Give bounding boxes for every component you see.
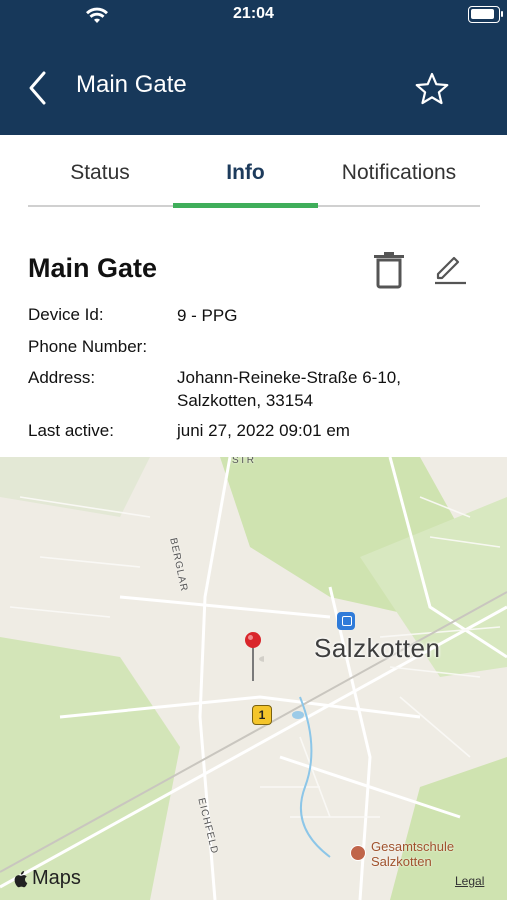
poi-line: Gesamtschule xyxy=(371,839,455,854)
active-tab-indicator xyxy=(173,203,318,208)
tab-info[interactable]: Info xyxy=(173,135,318,210)
app-header: 21:04 Main Gate xyxy=(0,0,507,135)
poi-label: Gesamtschule Salzkotten xyxy=(371,839,454,869)
back-button[interactable] xyxy=(24,68,54,108)
road-label: STR xyxy=(232,457,255,466)
edit-icon xyxy=(435,256,466,285)
address-value: Johann-Reineke-Straße 6-10, Salzkotten, … xyxy=(177,366,401,412)
status-time: 21:04 xyxy=(233,5,274,22)
phone-number-label: Phone Number: xyxy=(28,337,148,356)
maps-attribution: Maps xyxy=(14,867,81,890)
last-active-value: juni 27, 2022 09:01 em xyxy=(177,421,350,440)
poi-line: Salzkotten xyxy=(371,854,432,869)
address-line: Johann-Reineke-Straße 6-10, xyxy=(177,368,401,387)
device-name: Main Gate xyxy=(28,253,158,283)
status-bar: 21:04 xyxy=(0,0,507,32)
train-station-icon xyxy=(337,612,355,630)
delete-button[interactable] xyxy=(372,250,406,290)
location-pin-icon[interactable] xyxy=(244,631,273,683)
tab-bar: Status Info Notifications xyxy=(0,135,507,210)
tab-notifications[interactable]: Notifications xyxy=(318,135,480,210)
school-icon xyxy=(350,845,366,861)
device-id-value: 9 - PPG xyxy=(177,306,238,325)
chevron-left-icon xyxy=(29,71,46,105)
tab-status[interactable]: Status xyxy=(28,135,172,210)
address-label: Address: xyxy=(28,368,96,387)
last-active-label: Last active: xyxy=(28,421,114,440)
edit-button[interactable] xyxy=(432,252,468,288)
apple-icon xyxy=(14,870,28,887)
favorite-button[interactable] xyxy=(414,71,450,107)
address-line: Salzkotten, 33154 xyxy=(177,391,314,410)
battery-icon xyxy=(468,6,503,23)
map-city-label: Salzkotten xyxy=(314,633,441,663)
star-icon xyxy=(415,72,449,105)
device-id-label: Device Id: xyxy=(28,305,104,324)
page-title: Main Gate xyxy=(76,71,187,98)
legal-link[interactable]: Legal xyxy=(455,874,484,888)
trash-icon xyxy=(374,252,404,289)
maps-label: Maps xyxy=(32,867,81,889)
route-badge: 1 xyxy=(252,705,272,725)
map-view[interactable]: STR BERGLAR EICHFELD Salzkotten 1 Gesamt… xyxy=(0,457,507,900)
